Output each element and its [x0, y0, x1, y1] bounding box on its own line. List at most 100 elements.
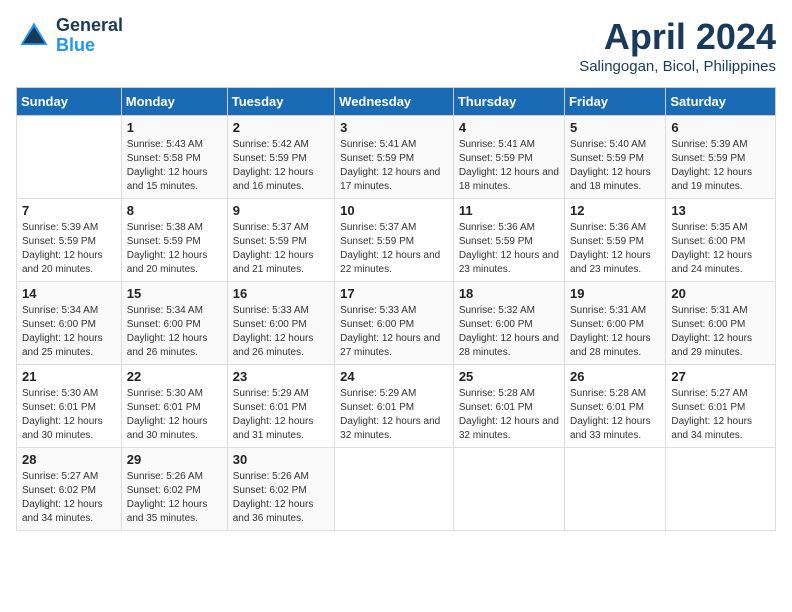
calendar-week-row: 14 Sunrise: 5:34 AM Sunset: 6:00 PM Dayl…: [17, 282, 776, 365]
daylight-text: Daylight: 12 hours and 29 minutes.: [671, 333, 752, 358]
calendar-day-cell: 10 Sunrise: 5:37 AM Sunset: 5:59 PM Dayl…: [335, 199, 454, 282]
day-info: Sunrise: 5:29 AM Sunset: 6:01 PM Dayligh…: [233, 387, 329, 443]
calendar-day-cell: [335, 448, 454, 531]
daylight-text: Daylight: 12 hours and 32 minutes.: [459, 416, 559, 441]
sunrise-text: Sunrise: 5:40 AM: [570, 139, 646, 150]
calendar-day-cell: 11 Sunrise: 5:36 AM Sunset: 5:59 PM Dayl…: [453, 199, 564, 282]
day-info: Sunrise: 5:37 AM Sunset: 5:59 PM Dayligh…: [233, 221, 329, 277]
daylight-text: Daylight: 12 hours and 20 minutes.: [127, 250, 208, 275]
weekday-header: Sunday: [17, 88, 122, 116]
calendar-day-cell: 1 Sunrise: 5:43 AM Sunset: 5:58 PM Dayli…: [121, 116, 227, 199]
day-number: 25: [459, 369, 559, 384]
calendar-day-cell: 18 Sunrise: 5:32 AM Sunset: 6:00 PM Dayl…: [453, 282, 564, 365]
daylight-text: Daylight: 12 hours and 15 minutes.: [127, 167, 208, 192]
sunset-text: Sunset: 6:02 PM: [22, 485, 96, 496]
calendar-day-cell: 28 Sunrise: 5:27 AM Sunset: 6:02 PM Dayl…: [17, 448, 122, 531]
sunrise-text: Sunrise: 5:32 AM: [459, 305, 535, 316]
day-info: Sunrise: 5:34 AM Sunset: 6:00 PM Dayligh…: [127, 304, 222, 360]
sunset-text: Sunset: 6:00 PM: [22, 319, 96, 330]
sunset-text: Sunset: 5:59 PM: [233, 236, 307, 247]
calendar-day-cell: 14 Sunrise: 5:34 AM Sunset: 6:00 PM Dayl…: [17, 282, 122, 365]
daylight-text: Daylight: 12 hours and 16 minutes.: [233, 167, 314, 192]
day-info: Sunrise: 5:28 AM Sunset: 6:01 PM Dayligh…: [570, 387, 660, 443]
sunrise-text: Sunrise: 5:35 AM: [671, 222, 747, 233]
calendar-day-cell: 23 Sunrise: 5:29 AM Sunset: 6:01 PM Dayl…: [227, 365, 334, 448]
daylight-text: Daylight: 12 hours and 28 minutes.: [570, 333, 651, 358]
day-number: 19: [570, 286, 660, 301]
day-number: 2: [233, 120, 329, 135]
calendar-day-cell: 19 Sunrise: 5:31 AM Sunset: 6:00 PM Dayl…: [564, 282, 665, 365]
day-info: Sunrise: 5:39 AM Sunset: 5:59 PM Dayligh…: [22, 221, 116, 277]
sunset-text: Sunset: 5:59 PM: [671, 153, 745, 164]
sunrise-text: Sunrise: 5:43 AM: [127, 139, 203, 150]
day-number: 16: [233, 286, 329, 301]
sunrise-text: Sunrise: 5:34 AM: [127, 305, 203, 316]
sunrise-text: Sunrise: 5:37 AM: [233, 222, 309, 233]
calendar-day-cell: 12 Sunrise: 5:36 AM Sunset: 5:59 PM Dayl…: [564, 199, 665, 282]
calendar-body: 1 Sunrise: 5:43 AM Sunset: 5:58 PM Dayli…: [17, 116, 776, 531]
day-number: 15: [127, 286, 222, 301]
daylight-text: Daylight: 12 hours and 19 minutes.: [671, 167, 752, 192]
day-info: Sunrise: 5:41 AM Sunset: 5:59 PM Dayligh…: [459, 138, 559, 194]
calendar-day-cell: 9 Sunrise: 5:37 AM Sunset: 5:59 PM Dayli…: [227, 199, 334, 282]
calendar-day-cell: 30 Sunrise: 5:26 AM Sunset: 6:02 PM Dayl…: [227, 448, 334, 531]
page-header: General Blue April 2024 Salingogan, Bico…: [16, 16, 776, 75]
day-info: Sunrise: 5:42 AM Sunset: 5:59 PM Dayligh…: [233, 138, 329, 194]
day-number: 29: [127, 452, 222, 467]
day-number: 5: [570, 120, 660, 135]
sunset-text: Sunset: 5:59 PM: [570, 236, 644, 247]
daylight-text: Daylight: 12 hours and 23 minutes.: [459, 250, 559, 275]
daylight-text: Daylight: 12 hours and 24 minutes.: [671, 250, 752, 275]
calendar-day-cell: [666, 448, 776, 531]
daylight-text: Daylight: 12 hours and 28 minutes.: [459, 333, 559, 358]
calendar-week-row: 7 Sunrise: 5:39 AM Sunset: 5:59 PM Dayli…: [17, 199, 776, 282]
weekday-header: Thursday: [453, 88, 564, 116]
sunset-text: Sunset: 6:02 PM: [127, 485, 201, 496]
day-number: 20: [671, 286, 770, 301]
calendar-day-cell: 16 Sunrise: 5:33 AM Sunset: 6:00 PM Dayl…: [227, 282, 334, 365]
weekday-header: Monday: [121, 88, 227, 116]
logo-icon: [16, 18, 52, 54]
daylight-text: Daylight: 12 hours and 26 minutes.: [233, 333, 314, 358]
daylight-text: Daylight: 12 hours and 34 minutes.: [671, 416, 752, 441]
sunset-text: Sunset: 6:01 PM: [459, 402, 533, 413]
day-info: Sunrise: 5:33 AM Sunset: 6:00 PM Dayligh…: [340, 304, 448, 360]
sunset-text: Sunset: 6:01 PM: [340, 402, 414, 413]
calendar-day-cell: 8 Sunrise: 5:38 AM Sunset: 5:59 PM Dayli…: [121, 199, 227, 282]
daylight-text: Daylight: 12 hours and 34 minutes.: [22, 499, 103, 524]
daylight-text: Daylight: 12 hours and 23 minutes.: [570, 250, 651, 275]
sunset-text: Sunset: 5:59 PM: [340, 236, 414, 247]
sunrise-text: Sunrise: 5:33 AM: [233, 305, 309, 316]
sunrise-text: Sunrise: 5:34 AM: [22, 305, 98, 316]
daylight-text: Daylight: 12 hours and 32 minutes.: [340, 416, 440, 441]
day-number: 21: [22, 369, 116, 384]
daylight-text: Daylight: 12 hours and 30 minutes.: [22, 416, 103, 441]
day-info: Sunrise: 5:40 AM Sunset: 5:59 PM Dayligh…: [570, 138, 660, 194]
daylight-text: Daylight: 12 hours and 26 minutes.: [127, 333, 208, 358]
day-number: 18: [459, 286, 559, 301]
sunset-text: Sunset: 5:59 PM: [570, 153, 644, 164]
calendar-day-cell: 22 Sunrise: 5:30 AM Sunset: 6:01 PM Dayl…: [121, 365, 227, 448]
day-info: Sunrise: 5:31 AM Sunset: 6:00 PM Dayligh…: [570, 304, 660, 360]
sunset-text: Sunset: 6:01 PM: [233, 402, 307, 413]
sunset-text: Sunset: 5:59 PM: [340, 153, 414, 164]
day-info: Sunrise: 5:26 AM Sunset: 6:02 PM Dayligh…: [127, 470, 222, 526]
sunrise-text: Sunrise: 5:38 AM: [127, 222, 203, 233]
daylight-text: Daylight: 12 hours and 33 minutes.: [570, 416, 651, 441]
day-number: 7: [22, 203, 116, 218]
sunset-text: Sunset: 6:01 PM: [127, 402, 201, 413]
day-number: 30: [233, 452, 329, 467]
day-info: Sunrise: 5:30 AM Sunset: 6:01 PM Dayligh…: [127, 387, 222, 443]
month-title: April 2024: [579, 16, 776, 58]
day-info: Sunrise: 5:37 AM Sunset: 5:59 PM Dayligh…: [340, 221, 448, 277]
day-number: 14: [22, 286, 116, 301]
day-info: Sunrise: 5:27 AM Sunset: 6:01 PM Dayligh…: [671, 387, 770, 443]
day-number: 6: [671, 120, 770, 135]
sunset-text: Sunset: 6:00 PM: [459, 319, 533, 330]
sunrise-text: Sunrise: 5:28 AM: [459, 388, 535, 399]
sunrise-text: Sunrise: 5:27 AM: [22, 471, 98, 482]
sunset-text: Sunset: 5:59 PM: [127, 236, 201, 247]
sunset-text: Sunset: 6:00 PM: [570, 319, 644, 330]
sunrise-text: Sunrise: 5:29 AM: [340, 388, 416, 399]
day-info: Sunrise: 5:36 AM Sunset: 5:59 PM Dayligh…: [459, 221, 559, 277]
